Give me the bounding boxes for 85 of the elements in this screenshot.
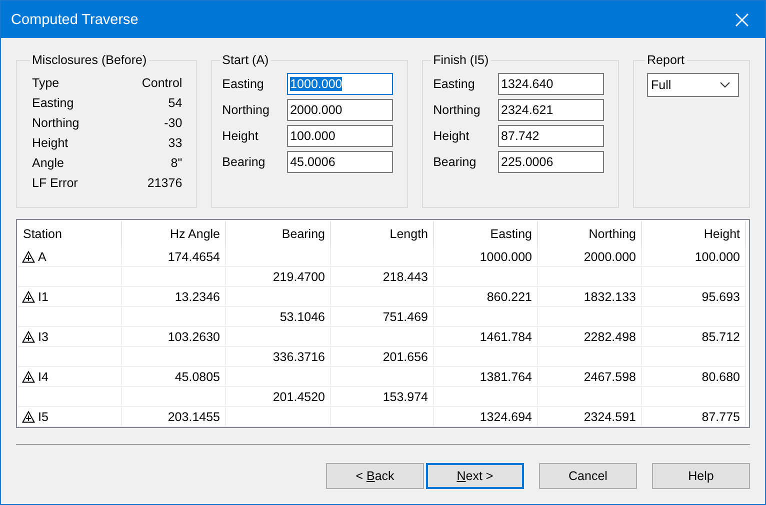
station-name: A	[38, 250, 46, 264]
field-label: Bearing	[222, 155, 266, 169]
table-cell: 103.2630	[122, 327, 226, 347]
column-header[interactable]: Length	[331, 221, 434, 247]
column-header[interactable]: Hz Angle	[122, 221, 226, 247]
table-cell: 153.974	[331, 387, 434, 407]
input-field[interactable]: 1000.000	[287, 73, 394, 95]
table-cell: 1832.133	[538, 287, 642, 307]
misclosure-label: Angle	[32, 156, 64, 170]
table-cell: 218.443	[331, 267, 434, 287]
chevron-down-icon	[720, 82, 730, 88]
table-cell: 100.000	[642, 247, 746, 267]
station-name: I4	[38, 370, 48, 384]
table-cell: 2467.598	[538, 367, 642, 387]
input-field[interactable]: 225.0006	[498, 151, 604, 173]
table-cell: 201.656	[331, 347, 434, 367]
table-cell: 1381.764	[434, 367, 538, 387]
group-title: Finish (I5)	[432, 53, 490, 67]
table-cell: 174.4654	[122, 247, 226, 267]
table-cell: 860.221	[434, 287, 538, 307]
misclosure-label: LF Error	[32, 176, 78, 190]
table-cell: 1324.694	[434, 407, 538, 427]
table-cell: 751.469	[331, 307, 434, 327]
table-cell: 219.4700	[226, 267, 331, 287]
column-header[interactable]: Easting	[434, 221, 538, 247]
field-label: Height	[222, 129, 258, 143]
field-label: Northing	[222, 103, 270, 117]
close-icon[interactable]	[735, 12, 749, 26]
table-cell: 2000.000	[538, 247, 642, 267]
station-name: I5	[38, 410, 48, 424]
dialog-button[interactable]: Next >	[426, 463, 524, 489]
misclosure-value: Control	[142, 76, 182, 90]
field-label: Northing	[433, 103, 480, 117]
station-triangle-icon	[22, 250, 35, 262]
table-cell: 336.3716	[226, 347, 331, 367]
table-cell: 95.693	[642, 287, 746, 307]
station-triangle-icon	[22, 330, 35, 342]
misclosure-label: Easting	[32, 96, 74, 110]
column-header[interactable]: Height	[642, 221, 746, 247]
table-cell: 87.775	[642, 407, 746, 427]
station-triangle-icon	[22, 410, 35, 422]
table-cell: 1461.784	[434, 327, 538, 347]
misclosure-label: Height	[32, 136, 68, 150]
report-dropdown[interactable]: Full	[647, 73, 740, 97]
misclosure-label: Type	[32, 76, 60, 90]
dialog-button[interactable]: Help	[652, 463, 750, 489]
field-label: Easting	[433, 77, 475, 91]
table-cell: 2324.591	[538, 407, 642, 427]
table-cell: 80.680	[642, 367, 746, 387]
input-field[interactable]: 87.742	[498, 125, 604, 147]
misclosure-value: 33	[168, 136, 182, 150]
station-triangle-icon	[22, 290, 35, 302]
input-field[interactable]: 100.000	[287, 125, 394, 147]
dialog-button[interactable]: Cancel	[539, 463, 637, 489]
misclosure-label: Northing	[32, 116, 80, 130]
column-header[interactable]: Station	[18, 221, 122, 247]
column-header[interactable]: Northing	[538, 221, 642, 247]
table-cell: 203.1455	[122, 407, 226, 427]
table-cell: 1000.000	[434, 247, 538, 267]
station-name: I1	[38, 290, 48, 304]
table-cell: 201.4520	[226, 387, 331, 407]
group-title: Misclosures (Before)	[31, 53, 148, 67]
misclosure-value: 8"	[170, 156, 182, 170]
misclosure-value: 54	[168, 96, 182, 110]
group-title: Report	[646, 53, 686, 67]
field-label: Easting	[222, 77, 264, 91]
input-field[interactable]: 2324.621	[498, 99, 604, 121]
table-cell: 53.1046	[226, 307, 331, 327]
window-title: Computed Traverse	[11, 12, 138, 28]
station-triangle-icon	[22, 370, 35, 382]
station-name: I3	[38, 330, 48, 344]
input-field[interactable]: 2000.000	[287, 99, 394, 121]
field-label: Height	[433, 129, 470, 143]
misclosure-value: 21376	[147, 176, 182, 190]
input-field[interactable]: 45.0006	[287, 151, 394, 173]
input-field[interactable]: 1324.640	[498, 73, 604, 95]
table-cell: 2282.498	[538, 327, 642, 347]
misclosure-value: -30	[164, 116, 182, 130]
column-header[interactable]: Bearing	[226, 221, 331, 247]
group-title: Start (A)	[221, 53, 270, 67]
dialog-button[interactable]: < Back	[326, 463, 424, 489]
table-cell: 45.0805	[122, 367, 226, 387]
field-label: Bearing	[433, 155, 476, 169]
table-cell: 13.2346	[122, 287, 226, 307]
table-cell: 85.712	[642, 327, 746, 347]
